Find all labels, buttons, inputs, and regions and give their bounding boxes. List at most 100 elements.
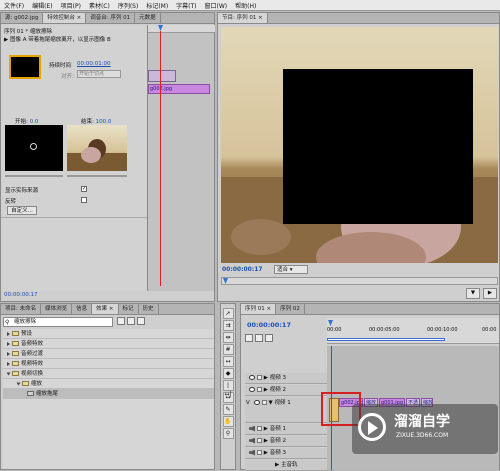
show-actual-sources-label: 显示实际来源 xyxy=(5,188,39,194)
reverse-checkbox[interactable] xyxy=(81,197,87,203)
track-select-tool-icon[interactable]: ⇉ xyxy=(222,320,234,331)
menu-item[interactable]: 标记(M) xyxy=(142,1,172,10)
tab-sequence-02[interactable]: 序列 02 xyxy=(276,304,305,314)
center-point-icon[interactable] xyxy=(30,143,37,150)
effects-tree-label: 音频过渡 xyxy=(21,351,44,357)
snap-icon[interactable] xyxy=(245,334,253,342)
alignment-select[interactable]: 开始于切点 xyxy=(77,70,121,78)
speaker-icon[interactable] xyxy=(249,449,255,456)
tab-source[interactable]: 源: g002.jpg xyxy=(1,13,44,23)
tab-program[interactable]: 节目: 序列 01 × xyxy=(218,13,268,23)
eye-icon[interactable] xyxy=(253,400,260,405)
ripple-edit-tool-icon[interactable]: ⇹ xyxy=(222,332,234,343)
work-area-bar[interactable] xyxy=(327,338,445,341)
hand-tool-icon[interactable]: ✋ xyxy=(222,416,234,427)
speaker-icon[interactable] xyxy=(249,425,255,432)
effects-tree-item[interactable]: 音频过渡 xyxy=(3,349,214,359)
tab-markers[interactable]: 标记 xyxy=(119,304,139,314)
eye-icon[interactable] xyxy=(249,375,255,380)
menu-item[interactable]: 编辑(E) xyxy=(28,1,56,10)
add-marker-icon[interactable] xyxy=(254,334,263,342)
effects-tree-item[interactable]: 缩放 xyxy=(3,379,214,389)
effect-controls-tabs: 源: g002.jpg 特效控制台 × 调音台: 序列 01 元数据 xyxy=(1,13,214,24)
yuv-effects-icon[interactable] xyxy=(136,317,145,325)
tab-history[interactable]: 历史 xyxy=(139,304,159,314)
expand-closed-icon[interactable] xyxy=(7,361,10,366)
expand-open-icon[interactable] xyxy=(16,382,21,385)
track-audio-2[interactable]: ▶ 音频 2 xyxy=(245,436,335,447)
track-video-3[interactable]: ▶ 视频 3 xyxy=(245,373,335,384)
tab-effect-controls[interactable]: 特效控制台 × xyxy=(43,13,87,23)
fit-zoom-select[interactable]: 适合 ▾ xyxy=(274,265,308,274)
program-playhead-icon[interactable] xyxy=(223,278,228,284)
watermark-logo-icon xyxy=(358,413,386,441)
expand-closed-icon[interactable] xyxy=(7,331,10,336)
sequence-label: 序列 01 * 缩放擦除 xyxy=(4,29,52,35)
lock-icon[interactable] xyxy=(261,400,267,405)
track-master[interactable]: ▶ 主音轨 xyxy=(245,460,335,471)
folder-icon xyxy=(12,341,19,346)
custom-button[interactable]: 自定义... xyxy=(7,206,37,215)
show-actual-sources-checkbox[interactable]: ✓ xyxy=(81,186,87,192)
effects-search-input[interactable]: ⚲ 缩放擦除 xyxy=(3,317,113,327)
expand-open-icon[interactable] xyxy=(6,372,11,375)
transition-preview-thumbnail xyxy=(9,55,41,79)
program-scrubber[interactable] xyxy=(221,277,498,285)
effects-tree-item[interactable]: 音频特效 xyxy=(3,339,214,349)
effect-controls-timecode[interactable]: 00:00:00:17 xyxy=(4,292,38,298)
accelerated-effects-icon[interactable] xyxy=(117,317,125,325)
lock-icon[interactable] xyxy=(257,450,262,455)
zoom-transition-black-frame xyxy=(283,69,473,224)
effects-tree: 预设 音频特效音频过渡视频特效视频切换缩放 缩放拖尾 xyxy=(3,329,214,469)
slip-tool-icon[interactable]: |↔| xyxy=(222,380,234,398)
zoom-tool-icon[interactable]: ⚲ xyxy=(222,428,234,439)
tab-sequence-01[interactable]: 序列 01 × xyxy=(241,304,277,314)
selection-tool-icon[interactable]: ➚ xyxy=(222,308,234,319)
effects-tree-item[interactable]: 预设 xyxy=(3,329,214,339)
lock-icon[interactable] xyxy=(257,438,262,443)
effect-controls-clip[interactable]: g002.jpg xyxy=(148,84,210,94)
tab-metadata[interactable]: 元数据 xyxy=(135,13,161,23)
expand-closed-icon[interactable] xyxy=(7,351,10,356)
track-audio-3[interactable]: ▶ 音频 3 xyxy=(245,448,335,459)
set-encore-marker-icon[interactable] xyxy=(264,334,273,342)
pen-tool-icon[interactable]: ✎ xyxy=(222,404,234,415)
menu-item[interactable]: 文件(F) xyxy=(0,1,28,10)
menu-bar: 文件(F) 编辑(E) 项目(P) 素材(C) 序列(S) 标记(M) 字幕(T) 窗口(W)… xyxy=(0,0,500,11)
32bit-effects-icon[interactable] xyxy=(126,317,135,325)
menu-item[interactable]: 字幕(T) xyxy=(172,1,200,10)
effects-tree-label: 视频切换 xyxy=(21,371,44,377)
effects-tree-item[interactable]: 缩放拖尾 xyxy=(3,389,214,399)
lock-icon[interactable] xyxy=(257,387,262,392)
rate-stretch-tool-icon[interactable]: ↔ xyxy=(222,356,234,367)
tab-audio-mixer[interactable]: 调音台: 序列 01 xyxy=(86,13,136,23)
menu-item[interactable]: 序列(S) xyxy=(114,1,143,10)
tab-project[interactable]: 项目: 未命名 xyxy=(1,304,42,314)
rolling-edit-tool-icon[interactable]: # xyxy=(222,344,234,355)
lock-icon[interactable] xyxy=(257,426,262,431)
speaker-icon[interactable] xyxy=(249,437,255,444)
menu-item[interactable]: 窗口(W) xyxy=(201,1,232,10)
timeline-playhead-icon[interactable] xyxy=(328,320,333,326)
tab-effects[interactable]: 效果 × xyxy=(92,304,119,314)
timeline-timecode[interactable]: 00:00:00:17 xyxy=(247,321,291,329)
effects-tree-item[interactable]: 视频特效 xyxy=(3,359,214,369)
tab-info[interactable]: 信息 xyxy=(72,304,93,314)
effects-tree-item[interactable]: 视频切换 xyxy=(3,369,214,379)
duration-value[interactable]: 00:00:01:00 xyxy=(77,61,111,67)
effect-controls-timeline[interactable]: g002.jpg xyxy=(147,25,215,291)
tab-media-browser[interactable]: 媒体浏览 xyxy=(41,304,73,314)
alignment-label: 对齐: xyxy=(61,74,74,80)
menu-item[interactable]: 项目(P) xyxy=(57,1,85,10)
timeline-ruler[interactable]: 00:00 00:00:05:00 00:00:10:00 00:00 xyxy=(327,318,499,344)
lock-icon[interactable] xyxy=(257,375,262,380)
razor-tool-icon[interactable]: ◆ xyxy=(222,368,234,379)
settings-button[interactable]: ▶ xyxy=(483,288,497,299)
watermark-subtitle: ZIXUE.3D66.COM xyxy=(396,432,449,439)
eye-icon[interactable] xyxy=(249,387,255,392)
menu-item[interactable]: 素材(C) xyxy=(85,1,114,10)
program-timecode[interactable]: 00:00:00:17 xyxy=(222,266,263,273)
expand-closed-icon[interactable] xyxy=(7,341,10,346)
menu-item[interactable]: 帮助(H) xyxy=(231,1,260,10)
export-frame-button[interactable]: ▼ xyxy=(466,288,480,299)
